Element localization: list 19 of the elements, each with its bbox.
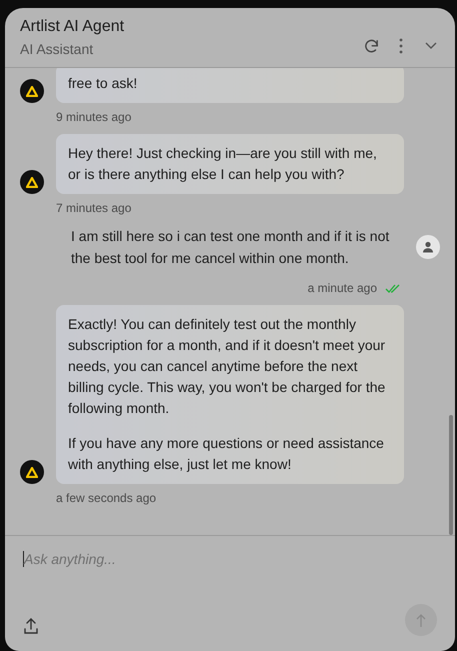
user-avatar-icon	[416, 235, 440, 259]
upload-icon[interactable]	[24, 618, 40, 634]
bot-avatar-icon	[20, 79, 44, 103]
message-paragraph: free to ask!	[68, 74, 138, 93]
message-time: 9 minutes ago	[56, 110, 132, 124]
agent-subtitle: AI Assistant	[20, 40, 94, 59]
scrollbar-thumb[interactable]	[449, 415, 453, 535]
message-time: 7 minutes ago	[56, 201, 132, 215]
message-time: a minute ago	[308, 281, 377, 295]
bot-avatar-icon	[20, 170, 44, 194]
bot-avatar-icon	[20, 460, 44, 484]
message-input[interactable]: Ask anything...	[23, 548, 423, 570]
agent-title: Artlist AI Agent	[20, 17, 124, 37]
message-paragraph: I am still here so i can test one month and if it is not the best tool for me cancel within one month.	[71, 227, 390, 268]
message-paragraph: Exactly! You can definitely test out the monthly subscription for a month, and if it doesn't meet your needs, you can cancel anytime before the next billing cycle. This way, you won't be charged for the following month.	[68, 315, 386, 418]
message-paragraph: Hey there! Just checking in—are you still with me, or is there anything else I can help you with?	[68, 144, 378, 184]
arrow-up-icon	[416, 614, 426, 626]
message-paragraph: If you have any more questions or need assistance with anything else, just let me know!	[68, 434, 385, 474]
message-time: a few seconds ago	[56, 491, 156, 505]
